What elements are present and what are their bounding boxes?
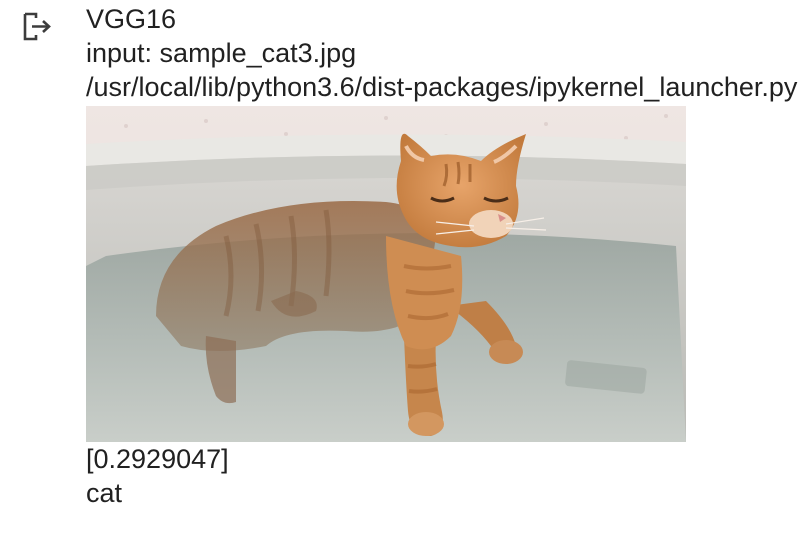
prediction-label-text: cat [86, 478, 123, 508]
prediction-score-text: [0.2929047] [86, 444, 229, 474]
cat-image [86, 106, 686, 442]
output-arrow-icon[interactable] [22, 12, 54, 42]
input-file-text: input: sample_cat3.jpg [86, 38, 357, 68]
output-area: VGG16 input: sample_cat3.jpg /usr/local/… [86, 2, 810, 510]
cell-output: VGG16 input: sample_cat3.jpg /usr/local/… [0, 0, 810, 534]
model-name-text: VGG16 [86, 4, 177, 34]
warning-path-text: /usr/local/lib/python3.6/dist-packages/i… [86, 72, 798, 102]
